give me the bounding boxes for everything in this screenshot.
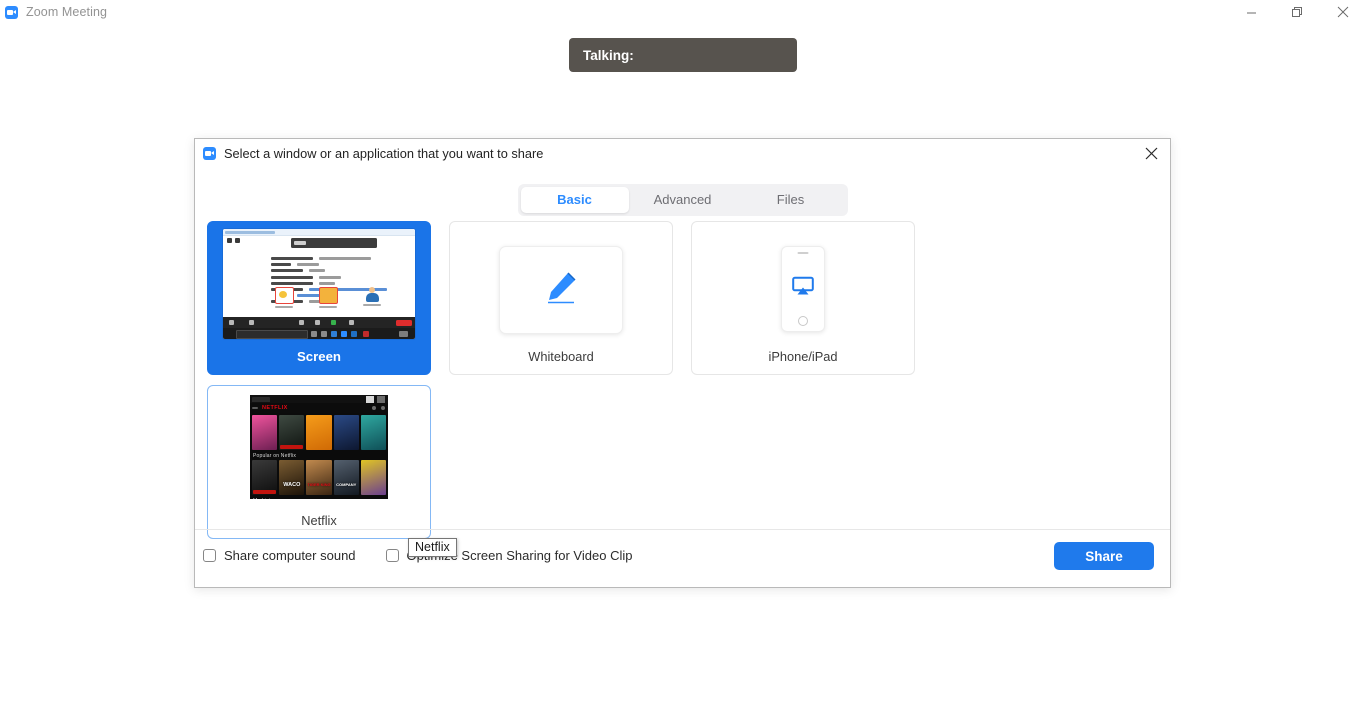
window-controls	[1228, 0, 1366, 24]
tab-advanced[interactable]: Advanced	[629, 187, 737, 213]
pen-icon	[538, 267, 584, 314]
share-computer-sound-option[interactable]: Share computer sound	[203, 548, 356, 563]
netflix-poster: TIGER KING	[306, 460, 332, 495]
window-title-bar: Zoom Meeting	[0, 0, 1366, 24]
mini-zoom-toolbar	[223, 317, 415, 328]
netflix-poster	[333, 415, 359, 450]
talking-banner: Talking:	[569, 38, 797, 72]
netflix-poster	[360, 460, 387, 495]
zoom-camera-icon	[5, 5, 18, 19]
tab-files[interactable]: Files	[737, 187, 845, 213]
netflix-logo: NETFLIX	[262, 404, 288, 411]
window-title: Zoom Meeting	[26, 5, 108, 19]
netflix-row-label-popular: Popular on Netflix	[253, 453, 297, 459]
share-source-grid: Screen Whiteboard iPhone/iPad NETFLIX Po…	[207, 221, 1157, 549]
netflix-poster	[252, 460, 278, 495]
mini-window-titlebar	[223, 229, 415, 236]
phone-speaker	[797, 252, 809, 254]
share-source-row-1: Screen Whiteboard iPhone/iPad	[207, 221, 1157, 375]
mini-desktop-icons	[275, 287, 381, 308]
netflix-poster	[360, 415, 387, 450]
tab-bar-wrapper: Basic Advanced Files	[195, 184, 1170, 216]
dialog-header: Select a window or an application that y…	[195, 139, 1170, 167]
optimize-video-clip-checkbox[interactable]	[385, 549, 399, 562]
share-tile-label-netflix: Netflix	[301, 513, 337, 528]
share-button[interactable]: Share	[1054, 542, 1154, 570]
mini-dark-toolbar	[291, 238, 377, 248]
netflix-poster: COMPANY	[333, 460, 359, 495]
netflix-navbar: NETFLIX	[250, 403, 388, 413]
share-tile-label-iphone-ipad: iPhone/iPad	[768, 349, 838, 364]
netflix-poster	[306, 415, 332, 450]
netflix-thumbnail: NETFLIX Popular on Netflix WACO TIGER KI…	[250, 395, 388, 499]
mini-desktop-chips	[227, 238, 240, 243]
tab-bar: Basic Advanced Files	[517, 184, 848, 216]
mini-taskbar	[223, 328, 415, 339]
whiteboard-card	[499, 246, 623, 334]
zoom-camera-icon	[203, 146, 216, 160]
netflix-poster	[279, 415, 305, 450]
minimize-icon[interactable]	[1228, 0, 1274, 24]
airplay-icon	[792, 276, 814, 302]
restore-icon[interactable]	[1274, 0, 1320, 24]
share-tile-screen[interactable]: Screen	[207, 221, 431, 375]
phone-card	[781, 246, 825, 332]
share-selection-dialog: Select a window or an application that y…	[194, 138, 1171, 588]
mini-icon-app-red	[275, 287, 294, 308]
share-tile-netflix[interactable]: NETFLIX Popular on Netflix WACO TIGER KI…	[207, 385, 431, 539]
netflix-poster-row-1	[250, 415, 388, 450]
share-tile-label-whiteboard: Whiteboard	[528, 349, 594, 364]
close-icon[interactable]	[1320, 0, 1366, 24]
share-computer-sound-checkbox[interactable]	[203, 549, 216, 562]
netflix-browser-tabbar	[250, 395, 388, 403]
share-source-row-2: NETFLIX Popular on Netflix WACO TIGER KI…	[207, 385, 1157, 539]
talking-label: Talking:	[583, 47, 634, 63]
share-tile-whiteboard[interactable]: Whiteboard	[449, 221, 673, 375]
netflix-poster	[252, 415, 278, 450]
screen-thumbnail	[223, 229, 415, 339]
tab-basic[interactable]: Basic	[520, 187, 629, 213]
share-tile-iphone-ipad[interactable]: iPhone/iPad	[691, 221, 915, 375]
netflix-poster: WACO	[279, 460, 305, 495]
share-computer-sound-label: Share computer sound	[224, 548, 356, 563]
netflix-tooltip: Netflix	[408, 538, 457, 557]
dialog-title: Select a window or an application that y…	[224, 145, 544, 161]
mini-icon-user	[363, 287, 381, 308]
netflix-row-label-mylist: My List	[250, 495, 388, 499]
netflix-poster-row-2: WACO TIGER KING COMPANY	[250, 460, 388, 495]
dialog-close-button[interactable]	[1134, 139, 1168, 167]
share-tile-label-screen: Screen	[297, 349, 341, 364]
dialog-footer: Share computer sound Optimize Screen Sha…	[195, 529, 1170, 587]
phone-home-button	[798, 316, 808, 326]
mini-icon-folder	[319, 287, 338, 308]
